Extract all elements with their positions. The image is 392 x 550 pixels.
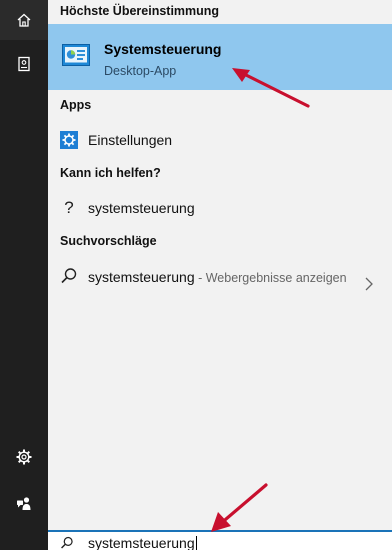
suggestions-header: Suchvorschläge — [60, 234, 157, 248]
app-item-label: Einstellungen — [88, 132, 173, 148]
search-input-value: systemsteuerung — [88, 535, 195, 550]
text-caret — [195, 536, 197, 550]
gear-icon — [60, 131, 78, 149]
help-header: Kann ich helfen? — [60, 166, 161, 180]
question-mark-icon: ? — [64, 198, 74, 217]
search-results-panel: Höchste Übereinstimmung Systemsteuerung … — [48, 0, 392, 550]
suggestion-term: systemsteuerung — [88, 269, 195, 285]
help-item[interactable]: ? systemsteuerung — [48, 192, 392, 224]
settings-button[interactable] — [0, 437, 48, 477]
search-input[interactable]: systemsteuerung — [88, 535, 197, 550]
help-item-label: systemsteuerung — [88, 200, 195, 216]
chevron-right-icon[interactable] — [364, 276, 374, 292]
app-item-einstellungen[interactable]: Einstellungen — [48, 124, 392, 156]
search-icon — [61, 268, 77, 284]
gear-icon — [16, 449, 32, 465]
home-icon — [17, 13, 31, 27]
best-match-title: Systemsteuerung — [104, 41, 222, 57]
feedback-icon — [17, 497, 31, 510]
best-match-result[interactable]: Systemsteuerung Desktop-App — [48, 24, 392, 90]
annotation-arrow-search-box — [211, 483, 268, 532]
control-panel-icon — [62, 44, 90, 66]
apps-header: Apps — [60, 98, 92, 112]
suggestion-web-results: Webergebnisse anzeigen — [205, 271, 347, 285]
best-match-header: Höchste Übereinstimmung — [60, 4, 220, 18]
left-rail — [0, 0, 48, 550]
best-match-subtitle: Desktop-App — [104, 64, 177, 78]
search-icon — [61, 536, 73, 549]
suggestion-separator: - — [194, 271, 206, 285]
feedback-button[interactable] — [0, 484, 48, 524]
suggestion-text: systemsteuerung - Webergebnisse anzeigen — [88, 267, 348, 288]
suggestion-item[interactable]: systemsteuerung - Webergebnisse anzeigen — [48, 262, 392, 312]
notebook-button[interactable] — [0, 44, 48, 84]
notebook-icon — [18, 56, 30, 72]
annotation-arrow-best-match — [232, 68, 310, 108]
home-button[interactable] — [0, 0, 48, 40]
